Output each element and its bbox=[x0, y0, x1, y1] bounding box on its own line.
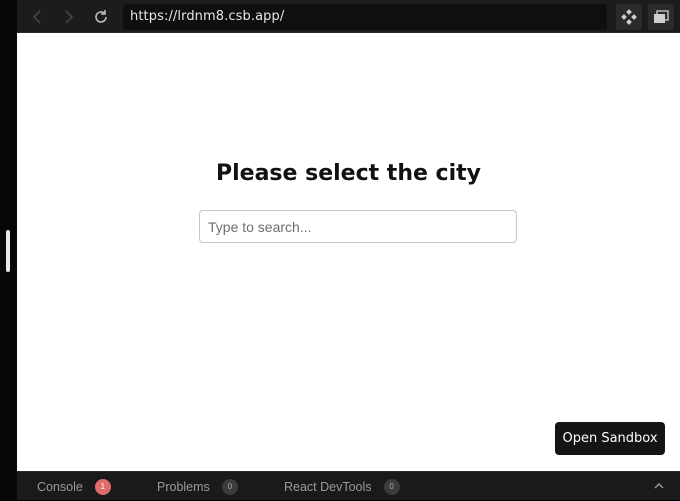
preview-button[interactable] bbox=[616, 4, 642, 30]
forward-button[interactable] bbox=[57, 6, 79, 28]
window-button[interactable] bbox=[648, 4, 674, 30]
reload-button[interactable] bbox=[90, 6, 112, 28]
chevron-left-icon bbox=[32, 10, 41, 24]
open-sandbox-button[interactable]: Open Sandbox bbox=[555, 422, 665, 455]
city-search-input[interactable] bbox=[199, 210, 517, 243]
page-title: Please select the city bbox=[216, 161, 481, 186]
diamond-grid-icon bbox=[621, 9, 637, 25]
tab-problems[interactable]: Problems 0 bbox=[157, 472, 238, 501]
preview-viewport: Please select the city Open Sandbox bbox=[17, 33, 680, 471]
chevron-right-icon bbox=[65, 10, 74, 24]
sandbox-frame: https://lrdnm8.csb.app/ Please select th… bbox=[0, 0, 680, 500]
devtools-count-badge: 0 bbox=[383, 478, 400, 495]
problems-count-badge: 0 bbox=[221, 478, 238, 495]
collapse-button[interactable] bbox=[651, 478, 667, 494]
chevron-up-icon bbox=[654, 483, 664, 489]
browser-toolbar: https://lrdnm8.csb.app/ bbox=[17, 0, 680, 33]
back-button[interactable] bbox=[27, 6, 49, 28]
console-count-badge: 1 bbox=[94, 478, 111, 495]
tab-console[interactable]: Console 1 bbox=[37, 472, 111, 501]
tab-label: Console bbox=[37, 479, 83, 494]
tab-label: Problems bbox=[157, 479, 210, 494]
resize-handle[interactable] bbox=[6, 230, 10, 272]
tab-label: React DevTools bbox=[284, 479, 372, 494]
tab-react-devtools[interactable]: React DevTools 0 bbox=[284, 472, 400, 501]
url-bar[interactable]: https://lrdnm8.csb.app/ bbox=[123, 4, 607, 30]
left-rail bbox=[0, 0, 17, 500]
reload-icon bbox=[95, 10, 107, 23]
devtools-bar: Console 1 Problems 0 React DevTools 0 bbox=[17, 471, 680, 500]
window-stack-icon bbox=[654, 10, 669, 23]
